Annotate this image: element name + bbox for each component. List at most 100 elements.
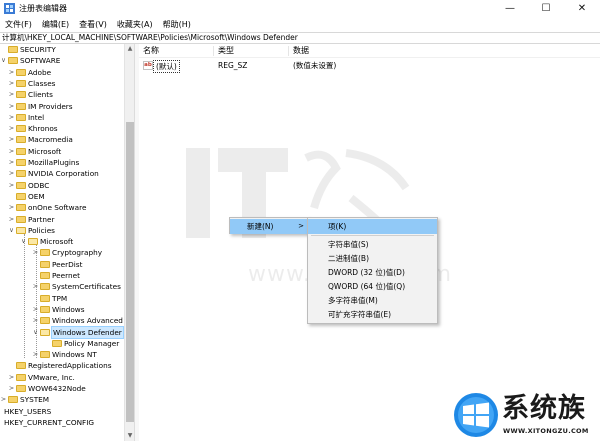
logo-url: WWW.XITONGZU.COM xyxy=(503,427,589,435)
tree-node-policy-manager[interactable]: Policy Manager xyxy=(0,338,134,349)
submenu-item-string[interactable]: 字符串值(S) xyxy=(308,237,437,252)
menu-help[interactable]: 帮助(H) xyxy=(160,18,194,32)
column-header-name[interactable]: 名称 xyxy=(143,44,159,58)
expand-chevron-icon[interactable]: > xyxy=(8,168,15,179)
collapse-chevron-icon[interactable]: ∨ xyxy=(20,236,27,247)
collapse-chevron-icon[interactable]: ∨ xyxy=(0,55,7,66)
expand-chevron-icon[interactable]: > xyxy=(8,112,15,123)
expand-chevron-icon[interactable]: > xyxy=(0,394,7,405)
expand-chevron-icon[interactable]: > xyxy=(8,214,15,225)
tree-node-peernet[interactable]: Peernet xyxy=(0,270,134,281)
collapse-chevron-icon[interactable]: ∨ xyxy=(8,225,15,236)
tree-node-mozillaplugins[interactable]: > MozillaPlugins xyxy=(0,157,134,168)
maximize-button[interactable]: ☐ xyxy=(528,0,564,18)
folder-icon xyxy=(16,102,26,110)
tree-node-windows-advanced-t[interactable]: > Windows Advanced T xyxy=(0,315,134,326)
tree-node-windows[interactable]: > Windows xyxy=(0,304,134,315)
tree-node-odbc[interactable]: > ODBC xyxy=(0,180,134,191)
tree-node-macromedia[interactable]: > Macromedia xyxy=(0,134,134,145)
submenu-item-dword[interactable]: DWORD (32 位)值(D) xyxy=(308,265,437,280)
tree-node-clients[interactable]: > Clients xyxy=(0,89,134,100)
expand-chevron-icon[interactable]: > xyxy=(8,180,15,191)
tree-node-wow6432node[interactable]: > WOW6432Node xyxy=(0,383,134,394)
expand-chevron-icon[interactable]: > xyxy=(32,315,39,326)
expand-chevron-icon[interactable]: > xyxy=(8,67,15,78)
expand-chevron-icon[interactable]: > xyxy=(8,157,15,168)
tree-node-partner[interactable]: > Partner xyxy=(0,214,134,225)
tree-node-system[interactable]: > SYSTEM xyxy=(0,394,134,405)
tree-node-label: SECURITY xyxy=(20,45,56,54)
tree-node-systemcertificates[interactable]: > SystemCertificates xyxy=(0,281,134,292)
expand-chevron-icon[interactable]: > xyxy=(32,349,39,360)
expand-chevron-icon[interactable]: > xyxy=(8,134,15,145)
menu-view[interactable]: 查看(V) xyxy=(76,18,110,32)
expand-chevron-icon[interactable]: > xyxy=(8,372,15,383)
submenu-item-multi-string[interactable]: 多字符串值(M) xyxy=(308,293,437,308)
submenu-item-qword[interactable]: QWORD (64 位)值(Q) xyxy=(308,279,437,294)
tree-node-hkey-users[interactable]: >HKEY_USERS xyxy=(0,406,134,417)
tree-node-tpm[interactable]: TPM xyxy=(0,293,134,304)
submenu-item-label: 多字符串值(M) xyxy=(328,296,378,305)
submenu-item-expandable-string[interactable]: 可扩充字符串值(E) xyxy=(308,307,437,322)
tree-node-intel[interactable]: > Intel xyxy=(0,112,134,123)
context-menu-new[interactable]: 新建(N) > xyxy=(230,219,308,234)
expand-chevron-icon[interactable]: > xyxy=(32,304,39,315)
address-bar[interactable]: 计算机\HKEY_LOCAL_MACHINE\SOFTWARE\Policies… xyxy=(0,32,600,44)
folder-icon xyxy=(8,57,18,65)
tree-node-label: Partner xyxy=(28,214,55,224)
tree-node-microsoft[interactable]: ∨ Microsoft xyxy=(0,236,134,247)
context-menu: 新建(N) > xyxy=(229,217,309,234)
tree-node-peerdist[interactable]: PeerDist xyxy=(0,259,134,270)
tree-node-im-providers[interactable]: > IM Providers xyxy=(0,101,134,112)
close-button[interactable]: ✕ xyxy=(564,0,600,18)
tree-node-label: MozillaPlugins xyxy=(28,158,80,167)
tree-node-adobe[interactable]: > Adobe xyxy=(0,67,134,78)
minimize-button[interactable]: — xyxy=(492,0,528,18)
tree-node-microsoft[interactable]: > Microsoft xyxy=(0,146,134,157)
collapse-chevron-icon[interactable]: ∨ xyxy=(32,327,39,338)
column-divider[interactable] xyxy=(213,46,214,56)
expand-chevron-icon[interactable]: > xyxy=(8,101,15,112)
tree-node-windows-defender[interactable]: ∨ Windows Defender xyxy=(0,325,134,339)
tree-node-label: SOFTWARE xyxy=(20,56,61,66)
tree-node-khronos[interactable]: > Khronos xyxy=(0,123,134,134)
expand-chevron-icon[interactable]: > xyxy=(8,123,15,134)
submenu-item-key[interactable]: 项(K) xyxy=(308,219,437,234)
tree-node-onone-software[interactable]: > onOne Software xyxy=(0,202,134,213)
scroll-thumb[interactable] xyxy=(126,122,134,422)
expand-chevron-icon[interactable]: > xyxy=(8,383,15,394)
tree-node-windows-nt[interactable]: > Windows NT xyxy=(0,349,134,360)
column-header-type[interactable]: 类型 xyxy=(218,44,234,58)
value-row[interactable]: ab (默认) REG_SZ (数值未设置) xyxy=(139,59,600,73)
submenu-item-binary[interactable]: 二进制值(B) xyxy=(308,251,437,266)
tree-scrollbar[interactable]: ▲ ▼ xyxy=(124,44,134,441)
tree-node-security[interactable]: SECURITY xyxy=(0,44,134,55)
tree-node-hkey-current-config[interactable]: >HKEY_CURRENT_CONFIG xyxy=(0,417,134,428)
expand-chevron-icon[interactable]: > xyxy=(8,202,15,213)
tree-node-cryptography[interactable]: > Cryptography xyxy=(0,247,134,258)
expand-chevron-icon[interactable]: > xyxy=(8,78,15,89)
tree-node-vmware-inc[interactable]: > VMware, Inc. xyxy=(0,372,134,383)
tree-node-oem[interactable]: OEM xyxy=(0,191,134,202)
expand-chevron-icon[interactable]: > xyxy=(32,281,39,292)
menu-favorites[interactable]: 收藏夹(A) xyxy=(114,18,156,32)
tree-node-label: NVIDIA Corporation xyxy=(28,169,99,179)
tree-node-classes[interactable]: > Classes xyxy=(0,78,134,89)
folder-icon xyxy=(40,249,50,257)
tree-node-software[interactable]: ∨ SOFTWARE xyxy=(0,55,134,66)
expand-chevron-icon[interactable]: > xyxy=(8,89,15,100)
tree-node-nvidia-corporation[interactable]: > NVIDIA Corporation xyxy=(0,168,134,179)
tree-node-registeredapplications[interactable]: RegisteredApplications xyxy=(0,360,134,371)
column-header-data[interactable]: 数据 xyxy=(293,44,309,58)
expand-chevron-icon[interactable]: > xyxy=(8,146,15,157)
menu-edit[interactable]: 编辑(E) xyxy=(39,18,72,32)
menu-file[interactable]: 文件(F) xyxy=(2,18,35,32)
folder-icon xyxy=(16,147,26,155)
folder-icon xyxy=(16,373,26,381)
tree-node-policies[interactable]: ∨ Policies xyxy=(0,225,134,236)
column-divider[interactable] xyxy=(288,46,289,56)
pane-splitter[interactable] xyxy=(134,44,139,441)
folder-icon xyxy=(40,317,50,325)
tree-node-label: HKEY_CURRENT_CONFIG xyxy=(4,417,95,427)
expand-chevron-icon[interactable]: > xyxy=(32,247,39,258)
